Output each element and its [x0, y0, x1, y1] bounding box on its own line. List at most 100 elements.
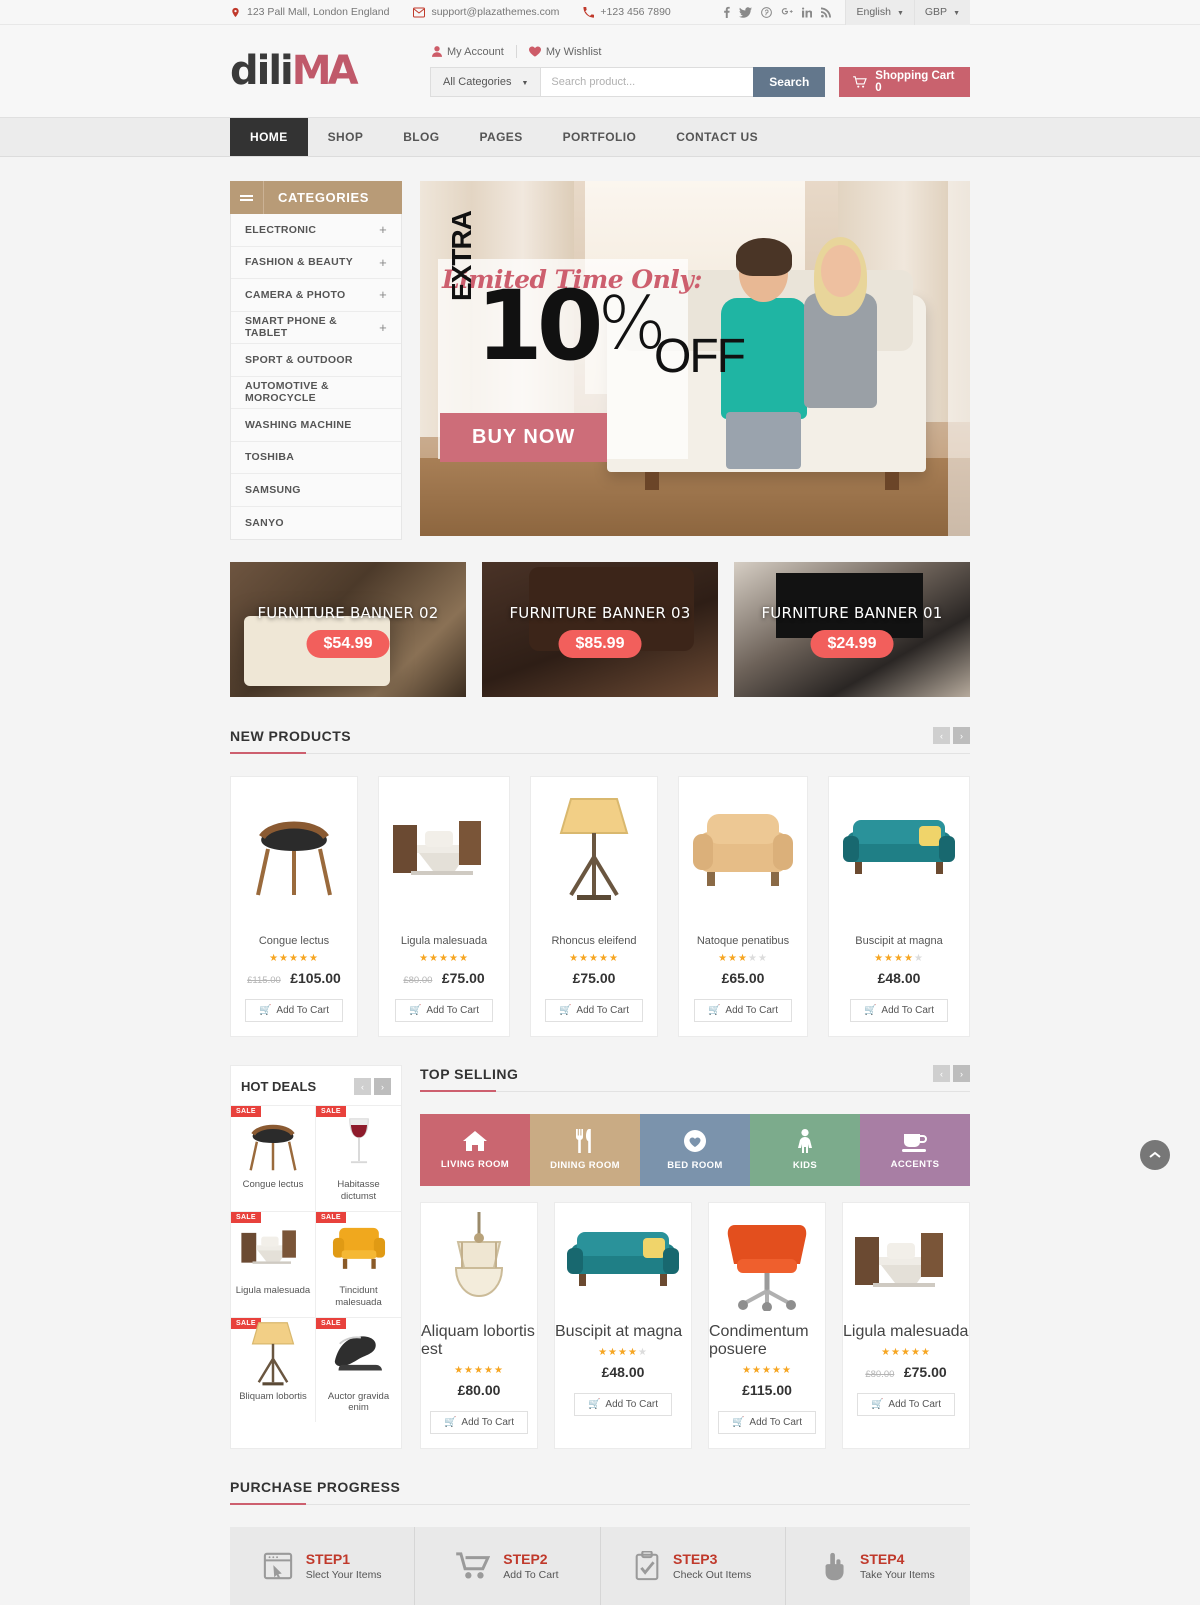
pinterest-icon[interactable] — [761, 6, 773, 18]
hot-deal-item[interactable]: SALE Tincidunt malesuada — [316, 1210, 401, 1317]
linkedin-icon[interactable] — [802, 7, 813, 18]
promo-banner[interactable]: FURNITURE BANNER 03 $85.99 — [482, 562, 718, 697]
cutlery-icon — [574, 1129, 596, 1153]
nav-item-blog[interactable]: BLOG — [383, 118, 459, 156]
my-account-link[interactable]: My Account — [432, 46, 504, 58]
nav-item-portfolio[interactable]: PORTFOLIO — [543, 118, 657, 156]
category-item[interactable]: CAMERA & PHOTO + — [231, 279, 401, 312]
product-card[interactable]: Ligula malesuada ★★★★★ £80.00 £75.00 🛒 Ad… — [842, 1202, 970, 1449]
top-selling-tab-accents[interactable]: ACCENTS — [860, 1114, 970, 1186]
scroll-to-top-button[interactable] — [1140, 1140, 1170, 1170]
language-selector[interactable]: English ▼ — [845, 0, 914, 25]
top-selling-tab-kids[interactable]: KIDS — [750, 1114, 860, 1186]
top-selling-prev-button[interactable]: ‹ — [933, 1065, 950, 1082]
product-card[interactable]: Aliquam lobortis est ★★★★★ £80.00 🛒 Add T… — [420, 1202, 538, 1449]
hot-deal-item[interactable]: SALE Auctor gravida enim — [316, 1316, 401, 1423]
product-old-price: £115.00 — [247, 975, 281, 986]
category-label: SANYO — [245, 516, 284, 529]
category-item[interactable]: SMART PHONE & TABLET + — [231, 312, 401, 344]
hot-deal-image — [235, 1218, 311, 1280]
new-products-next-button[interactable]: › — [953, 727, 970, 744]
add-to-cart-button[interactable]: 🛒 Add To Cart — [693, 999, 793, 1022]
product-card[interactable]: Ligula malesuada ★★★★★ £80.00 £75.00 🛒 Ad… — [378, 776, 510, 1037]
product-rating: ★★★★★ — [419, 953, 469, 964]
category-item[interactable]: TOSHIBA — [231, 442, 401, 474]
email-info[interactable]: support@plazathemes.com — [413, 6, 559, 18]
currency-selector[interactable]: GBP ▼ — [913, 0, 970, 25]
shopping-cart-button[interactable]: Shopping Cart 0 — [839, 67, 970, 97]
facebook-icon[interactable] — [724, 6, 731, 18]
logo[interactable]: dili MA — [230, 51, 430, 91]
add-to-cart-button[interactable]: 🛒 Add To Cart — [856, 1393, 956, 1416]
cart-icon: 🛒 — [258, 1005, 272, 1016]
search-button[interactable]: Search — [753, 67, 826, 97]
add-to-cart-button[interactable]: 🛒 Add To Cart — [244, 999, 344, 1022]
hot-deals-prev-button[interactable]: ‹ — [354, 1078, 371, 1095]
new-products-grid: Congue lectus ★★★★★ £115.00 £105.00 🛒 Add… — [230, 776, 970, 1037]
hero-next-slide-arrow[interactable] — [948, 181, 970, 536]
search-input[interactable]: Search product... — [540, 67, 754, 97]
add-to-cart-button[interactable]: 🛒 Add To Cart — [717, 1411, 817, 1434]
rss-icon[interactable] — [821, 7, 832, 18]
product-card[interactable]: Rhoncus eleifend ★★★★★ £75.00 🛒 Add To Ca… — [530, 776, 658, 1037]
hero-banner[interactable]: Limited Time Only: EXTRA 10 % OFF BUY NO… — [420, 181, 970, 536]
top-selling-tab-bed-room[interactable]: BED ROOM — [640, 1114, 750, 1186]
product-card[interactable]: Buscipit at magna ★★★★★ £48.00 🛒 Add To C… — [828, 776, 970, 1037]
category-item[interactable]: WASHING MACHINE — [231, 409, 401, 442]
hamburger-icon[interactable] — [230, 181, 264, 214]
hot-deal-item[interactable]: SALE Habitasse dictumst — [316, 1105, 401, 1211]
expand-plus-icon[interactable]: + — [379, 255, 387, 270]
category-item[interactable]: SANYO — [231, 507, 401, 540]
nav-item-shop[interactable]: SHOP — [308, 118, 384, 156]
chevron-down-icon: ▼ — [521, 79, 529, 87]
language-value: English — [856, 6, 891, 18]
chevron-down-icon: ▼ — [953, 9, 960, 17]
expand-plus-icon[interactable]: + — [379, 222, 387, 237]
product-price: £115.00 — [742, 1382, 792, 1398]
product-card[interactable]: Buscipit at magna ★★★★★ £48.00 🛒 Add To C… — [554, 1202, 692, 1449]
hot-deal-item[interactable]: SALE Congue lectus — [231, 1105, 316, 1211]
nav-item-home[interactable]: HOME — [230, 118, 308, 156]
product-card[interactable]: Condimentum posuere ★★★★★ £115.00 🛒 Add T… — [708, 1202, 826, 1449]
top-selling-tab-dining-room[interactable]: DINING ROOM — [530, 1114, 640, 1186]
expand-plus-icon[interactable]: + — [379, 287, 387, 302]
product-card[interactable]: Congue lectus ★★★★★ £115.00 £105.00 🛒 Add… — [230, 776, 358, 1037]
hot-deals-next-button[interactable]: › — [374, 1078, 391, 1095]
expand-plus-icon[interactable]: + — [379, 320, 387, 335]
add-to-cart-button[interactable]: 🛒 Add To Cart — [849, 999, 949, 1022]
category-sidebar: CATEGORIES ELECTRONIC + FASHION & BEAUTY… — [230, 181, 402, 540]
add-to-cart-label: Add To Cart — [576, 1005, 630, 1016]
twitter-icon[interactable] — [739, 6, 753, 18]
hero-discount-number: 10 — [476, 270, 604, 382]
google-plus-icon[interactable] — [781, 7, 794, 18]
hero-extra-label: EXTRA — [446, 211, 477, 301]
page-root: 123 Pall Mall, London England support@pl… — [0, 0, 1200, 1605]
category-item[interactable]: SAMSUNG — [231, 474, 401, 507]
category-item[interactable]: FASHION & BEAUTY + — [231, 247, 401, 279]
category-item[interactable]: ELECTRONIC + — [231, 214, 401, 247]
cart-icon: 🛒 — [731, 1417, 745, 1428]
add-to-cart-button[interactable]: 🛒 Add To Cart — [429, 1411, 529, 1434]
promo-banner[interactable]: FURNITURE BANNER 02 $54.99 — [230, 562, 466, 697]
product-card[interactable]: Natoque penatibus ★★★★★ £65.00 🛒 Add To C… — [678, 776, 808, 1037]
hero-buy-now-button[interactable]: BUY NOW — [440, 413, 608, 462]
hot-deal-item[interactable]: SALE Bliquam lobortis — [231, 1316, 316, 1423]
main-content: CATEGORIES ELECTRONIC + FASHION & BEAUTY… — [230, 157, 970, 1605]
search-category-select[interactable]: All Categories ▼ — [430, 67, 541, 97]
new-products-prev-button[interactable]: ‹ — [933, 727, 950, 744]
top-selling-next-button[interactable]: › — [953, 1065, 970, 1082]
add-to-cart-button[interactable]: 🛒 Add To Cart — [544, 999, 644, 1022]
product-name: Buscipit at magna — [555, 1323, 683, 1340]
nav-item-contact-us[interactable]: CONTACT US — [656, 118, 778, 156]
my-wishlist-link[interactable]: My Wishlist — [528, 46, 601, 58]
hero-off-label: OFF — [654, 330, 746, 383]
category-item[interactable]: AUTOMOTIVE & MOROCYCLE — [231, 377, 401, 409]
top-selling-header: TOP SELLING ‹ › — [420, 1065, 970, 1092]
add-to-cart-button[interactable]: 🛒 Add To Cart — [573, 1393, 673, 1416]
promo-banner[interactable]: FURNITURE BANNER 01 $24.99 — [734, 562, 970, 697]
nav-item-pages[interactable]: PAGES — [459, 118, 542, 156]
add-to-cart-button[interactable]: 🛒 Add To Cart — [394, 999, 494, 1022]
top-selling-tab-living-room[interactable]: LIVING ROOM — [420, 1114, 530, 1186]
hot-deal-item[interactable]: SALE Ligula malesuada — [231, 1210, 316, 1317]
category-item[interactable]: SPORT & OUTDOOR — [231, 344, 401, 377]
